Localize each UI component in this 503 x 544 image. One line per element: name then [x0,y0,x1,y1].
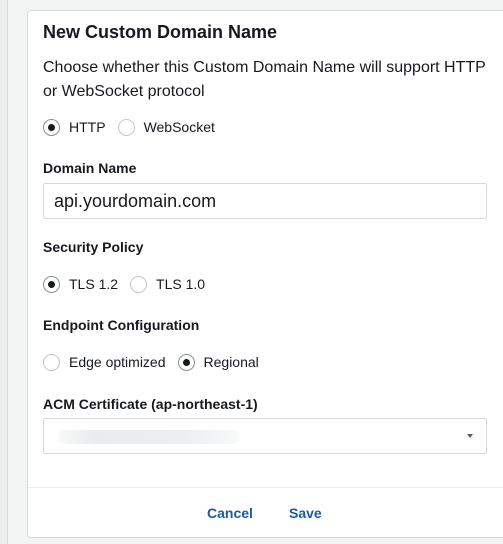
endpoint-radio-group: Edge optimized Regional [43,352,271,372]
security-option-label: TLS 1.2 [69,276,119,292]
security-option-tls12[interactable]: TLS 1.2 [43,275,119,293]
security-policy-label: Security Policy [43,239,144,255]
new-custom-domain-dialog: New Custom Domain Name Choose whether th… [27,10,503,538]
cancel-button[interactable]: Cancel [207,505,253,521]
domain-name-label: Domain Name [43,160,137,176]
endpoint-configuration-label: Endpoint Configuration [43,317,200,333]
protocol-option-label: WebSocket [143,119,215,135]
endpoint-option-label: Edge optimized [69,354,166,370]
radio-unchecked-icon[interactable] [130,275,148,293]
page-left-edge [0,0,8,544]
radio-unchecked-icon[interactable] [43,353,60,371]
acm-certificate-label: ACM Certificate (ap-northeast-1) [43,396,258,412]
footer-divider [28,487,503,488]
protocol-radio-group: HTTP WebSocket [43,117,227,137]
security-option-label: TLS 1.0 [156,276,206,292]
radio-checked-icon[interactable] [43,275,60,293]
dialog-title: New Custom Domain Name [43,22,278,42]
endpoint-option-regional[interactable]: Regional [177,353,259,371]
protocol-option-label: HTTP [69,119,106,135]
radio-checked-icon[interactable] [43,118,60,136]
radio-checked-icon[interactable] [177,353,195,371]
security-policy-radio-group: TLS 1.2 TLS 1.0 [43,274,217,294]
domain-name-input[interactable]: api.yourdomain.com [43,183,487,219]
radio-unchecked-icon[interactable] [117,118,135,136]
dialog-description: Choose whether this Custom Domain Name w… [43,59,486,100]
endpoint-option-edge-optimized[interactable]: Edge optimized [43,353,166,371]
protocol-option-websocket[interactable]: WebSocket [117,118,215,136]
endpoint-option-label: Regional [203,354,259,370]
acm-certificate-select[interactable] [43,418,487,454]
caret-down-icon[interactable] [467,434,473,438]
redacted-certificate-value [58,430,240,444]
security-option-tls10[interactable]: TLS 1.0 [130,275,206,293]
protocol-option-http[interactable]: HTTP [43,118,106,136]
save-button[interactable]: Save [289,505,322,521]
